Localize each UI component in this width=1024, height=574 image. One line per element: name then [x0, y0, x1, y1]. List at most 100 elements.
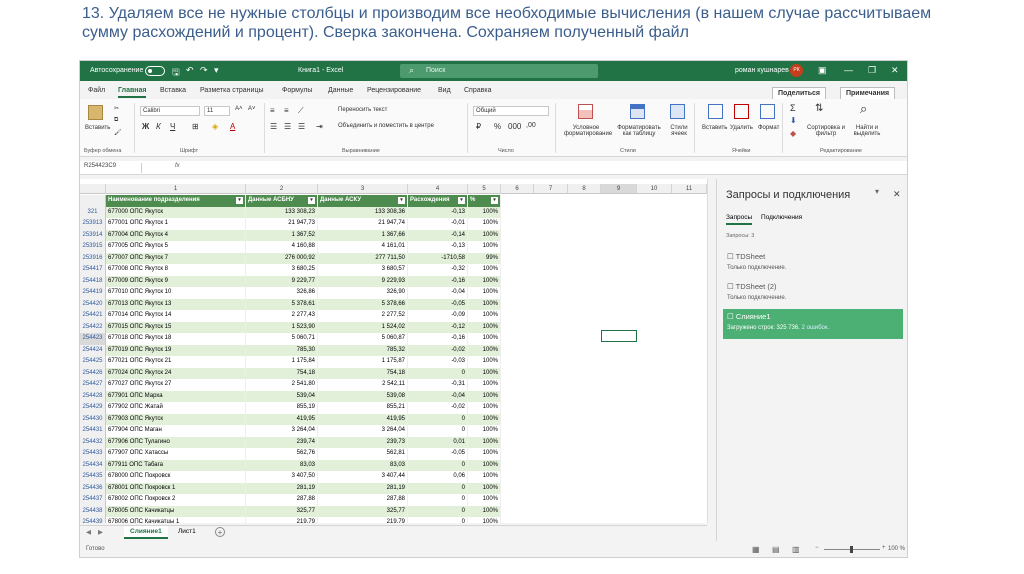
table-cell[interactable]: 1 523,90 [246, 321, 318, 333]
table-cell[interactable]: 100% [468, 517, 501, 523]
pane-close-icon[interactable]: ✕ [893, 189, 901, 200]
table-cell[interactable]: 100% [468, 367, 501, 379]
tab-review[interactable]: Рецензирование [367, 87, 421, 94]
table-cell[interactable]: 133 308,23 [246, 206, 318, 218]
table-cell[interactable]: -0,03 [408, 356, 468, 368]
sort-filter-button[interactable]: Сортировка и фильтр [806, 125, 846, 137]
table-cell[interactable]: 100% [468, 413, 501, 425]
table-cell[interactable]: 677000 ОПС Якутск [106, 206, 246, 218]
table-cell[interactable]: 677019 ОПС Якутск 19 [106, 344, 246, 356]
table-cell[interactable]: 100% [468, 218, 501, 230]
row-number[interactable]: 254433 [80, 448, 106, 460]
table-cell[interactable]: 855,21 [318, 402, 408, 414]
table-cell[interactable]: 100% [468, 344, 501, 356]
indent-icon[interactable]: ⇥ [316, 122, 323, 131]
fx-icon[interactable]: fx [175, 163, 180, 169]
row-number[interactable]: 254424 [80, 344, 106, 356]
table-cell[interactable]: 677021 ОПС Якутск 21 [106, 356, 246, 368]
table-cell[interactable]: 677024 ОПС Якутск 24 [106, 367, 246, 379]
table-cell[interactable]: 0 [408, 425, 468, 437]
table-cell[interactable]: 3 264,04 [246, 425, 318, 437]
merge-center-button[interactable]: Объединить и поместить в центре [338, 123, 434, 129]
table-cell[interactable]: -0,16 [408, 275, 468, 287]
row-number[interactable]: 254423 [80, 333, 106, 345]
search-box[interactable]: ⌕ Поиск [400, 64, 598, 78]
column-header[interactable]: 10 [637, 184, 672, 194]
table-cell[interactable]: 677009 ОПС Якутск 9 [106, 275, 246, 287]
filter-dropdown-icon[interactable]: ▾ [236, 197, 243, 204]
redo-icon[interactable]: ↷ [200, 65, 208, 76]
active-cell[interactable] [601, 330, 637, 342]
zoom-level[interactable]: 100 % [888, 546, 905, 552]
row-number[interactable]: 254417 [80, 264, 106, 276]
filter-dropdown-icon[interactable]: ▾ [308, 197, 315, 204]
align-top-icon[interactable]: ≡ [270, 106, 275, 115]
row-number[interactable] [80, 195, 106, 207]
grow-font-icon[interactable]: A˄ [235, 106, 243, 112]
row-number[interactable]: 253916 [80, 252, 106, 264]
row-number[interactable]: 254437 [80, 494, 106, 506]
header-cell[interactable]: Наименование подразделения ▾ [106, 195, 246, 207]
table-cell[interactable]: 100% [468, 436, 501, 448]
query-item[interactable]: ☐ TDSheet (2) Только подключение. [723, 279, 903, 304]
fill-icon[interactable]: ⬇ [790, 116, 797, 125]
table-cell[interactable]: -0,04 [408, 287, 468, 299]
header-cell[interactable]: Данные АСКУ ▾ [318, 195, 408, 207]
table-cell[interactable]: 3 680,57 [318, 264, 408, 276]
table-cell[interactable]: 1 524,02 [318, 321, 408, 333]
table-cell[interactable]: -0,13 [408, 206, 468, 218]
table-cell[interactable]: 21 947,73 [246, 218, 318, 230]
table-cell[interactable]: 677007 ОПС Якутск 7 [106, 252, 246, 264]
borders-icon[interactable]: ⊞ [192, 122, 199, 131]
format-painter-icon[interactable]: 🖌 [114, 129, 122, 136]
row-number[interactable]: 254431 [80, 425, 106, 437]
row-number[interactable]: 254419 [80, 287, 106, 299]
select-all-corner[interactable] [80, 184, 106, 194]
table-cell[interactable]: 677911 ОПС Табага [106, 459, 246, 471]
table-cell[interactable]: 100% [468, 402, 501, 414]
table-cell[interactable]: 281,19 [246, 482, 318, 494]
table-cell[interactable]: 287,88 [246, 494, 318, 506]
table-cell[interactable]: 0 [408, 482, 468, 494]
vertical-scrollbar[interactable] [707, 179, 716, 523]
paste-button[interactable]: Вставить [85, 125, 110, 131]
row-number[interactable]: 321 [80, 206, 106, 218]
table-cell[interactable]: -0,02 [408, 344, 468, 356]
table-cell[interactable]: 3 407,50 [246, 471, 318, 483]
query-item-selected[interactable]: ☐ Слияние1 Загружено строк: 325 736. 2 о… [723, 309, 903, 339]
prev-sheet-icon[interactable]: ◀ [86, 528, 91, 536]
table-cell[interactable]: 677018 ОПС Якутск 18 [106, 333, 246, 345]
table-cell[interactable]: 83,03 [318, 459, 408, 471]
table-cell[interactable]: 133 308,36 [318, 206, 408, 218]
row-number[interactable]: 254434 [80, 459, 106, 471]
table-cell[interactable]: 0 [408, 459, 468, 471]
customize-qat-icon[interactable]: ▾ [214, 65, 219, 76]
column-header-selected[interactable]: 9 [601, 184, 637, 194]
font-size-field[interactable]: 11 [204, 106, 230, 116]
tab-file[interactable]: Файл [88, 87, 105, 94]
align-center-icon[interactable]: ☰ [284, 122, 291, 131]
table-cell[interactable]: 100% [468, 505, 501, 517]
table-cell[interactable]: -0,02 [408, 402, 468, 414]
table-cell[interactable]: 5 060,71 [246, 333, 318, 345]
orientation-icon[interactable]: ⟋ [298, 106, 304, 116]
table-cell[interactable]: 325,77 [246, 505, 318, 517]
table-cell[interactable]: 539,08 [318, 390, 408, 402]
table-cell[interactable]: -0,13 [408, 241, 468, 253]
currency-icon[interactable]: ₽ [476, 122, 481, 131]
tab-view[interactable]: Вид [438, 87, 451, 94]
row-number[interactable]: 254422 [80, 321, 106, 333]
table-cell[interactable]: 677902 ОПС Жатай [106, 402, 246, 414]
column-header[interactable]: 5 [468, 184, 501, 194]
table-cell[interactable]: 100% [468, 471, 501, 483]
table-cell[interactable]: 677013 ОПС Якутск 13 [106, 298, 246, 310]
table-cell[interactable]: 100% [468, 287, 501, 299]
table-cell[interactable]: -0,05 [408, 448, 468, 460]
table-cell[interactable]: 9 229,77 [246, 275, 318, 287]
next-sheet-icon[interactable]: ▶ [98, 528, 103, 536]
row-number[interactable]: 254425 [80, 356, 106, 368]
row-number[interactable]: 253915 [80, 241, 106, 253]
table-cell[interactable]: 4 160,88 [246, 241, 318, 253]
table-cell[interactable]: 754,18 [318, 367, 408, 379]
table-cell[interactable]: 677901 ОПС Марха [106, 390, 246, 402]
